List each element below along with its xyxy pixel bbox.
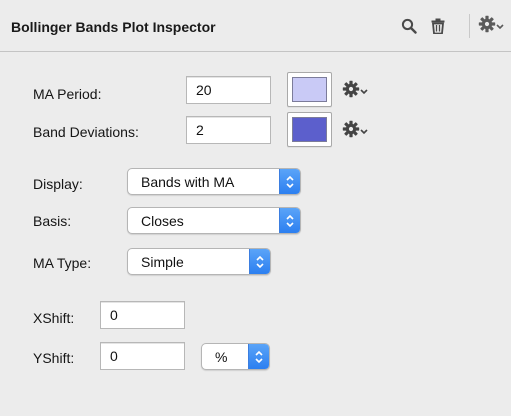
band-deviations-field[interactable]: 2 [186,116,271,144]
gear-menu-button[interactable] [475,13,507,39]
gear-icon [342,120,360,143]
display-label: Display: [33,176,83,192]
updown-arrows-icon [279,208,300,233]
trash-icon[interactable] [425,13,451,39]
updown-arrows-icon [249,249,270,274]
basis-popup[interactable]: Closes [127,207,301,234]
ma-type-value: Simple [141,253,184,270]
ma-period-field[interactable]: 20 [186,76,271,104]
xshift-label: XShift: [33,310,75,326]
band-deviations-label: Band Deviations: [33,124,139,140]
ma-type-label: MA Type: [33,255,92,271]
gear-icon [342,80,360,103]
ma-color-well[interactable] [287,72,332,107]
search-icon[interactable] [396,13,422,39]
chevron-down-icon [496,17,504,35]
chevron-down-icon [360,122,368,140]
updown-arrows-icon [279,169,300,194]
ma-period-label: MA Period: [33,86,102,102]
header-separator [0,51,511,52]
updown-arrows-icon [248,344,269,369]
band-gear-menu[interactable] [342,119,374,143]
ma-gear-menu[interactable] [342,79,374,103]
band-color-well[interactable] [287,112,332,147]
yshift-label: YShift: [33,350,75,366]
xshift-field[interactable]: 0 [100,301,185,329]
band-color-swatch [292,117,327,142]
basis-value: Closes [141,212,184,229]
header-divider [469,14,470,38]
chevron-down-icon [360,82,368,100]
yshift-field[interactable]: 0 [100,342,185,370]
ma-type-popup[interactable]: Simple [127,248,271,275]
yshift-unit-popup[interactable]: % [201,343,270,370]
display-value: Bands with MA [141,173,235,190]
inspector-title: Bollinger Bands Plot Inspector [11,19,216,35]
display-popup[interactable]: Bands with MA [127,168,301,195]
gear-icon [478,15,496,38]
basis-label: Basis: [33,213,72,229]
yshift-unit-value: % [215,348,228,365]
ma-color-swatch [292,77,327,102]
